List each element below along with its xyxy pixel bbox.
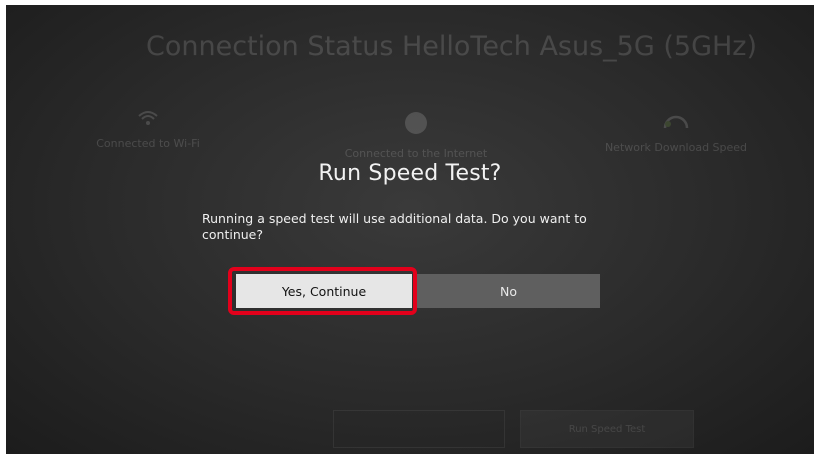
status-speed-label: Network Download Speed: [604, 141, 748, 154]
speedometer-icon: [576, 110, 776, 133]
status-wifi-label: Connected to Wi-Fi: [96, 137, 200, 150]
wifi-icon: [48, 110, 248, 129]
background-run-speed-test-button: Run Speed Test: [520, 410, 694, 448]
dialog-title: Run Speed Test?: [318, 161, 502, 186]
background-button-left: [333, 410, 505, 448]
status-internet-label: Connected to the Internet: [344, 147, 488, 160]
yes-continue-button[interactable]: Yes, Continue: [236, 274, 412, 308]
dialog-message: Running a speed test will use additional…: [202, 211, 587, 242]
tv-screen: Connection Status HelloTech Asus_5G (5GH…: [6, 5, 814, 454]
status-wifi: Connected to Wi-Fi: [48, 110, 248, 150]
globe-icon: [316, 110, 516, 139]
status-speed: Network Download Speed: [576, 110, 776, 154]
no-button[interactable]: No: [417, 274, 600, 308]
status-internet: Connected to the Internet: [316, 110, 516, 160]
connection-status-title: Connection Status HelloTech Asus_5G (5GH…: [146, 31, 758, 62]
